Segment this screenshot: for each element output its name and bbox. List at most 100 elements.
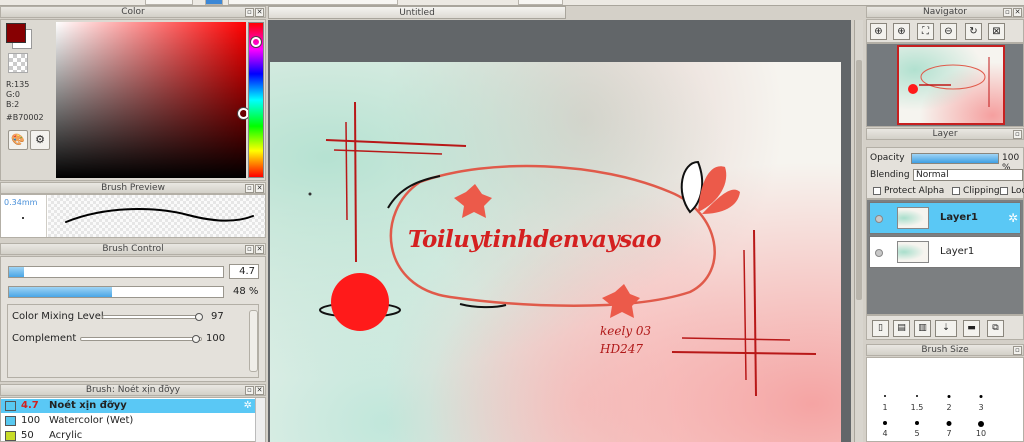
layer-visibility-icon[interactable] — [875, 249, 883, 257]
brush-preview-title: Brush Preview ▫ ✕ — [0, 182, 266, 194]
navigator-title-text: Navigator — [922, 7, 968, 17]
brush-size-preset[interactable]: 7 — [933, 412, 965, 438]
brush-size-value[interactable]: 4.7 — [229, 264, 259, 279]
zoom-in-icon[interactable]: ⊕ — [870, 23, 887, 40]
brush-size-preset[interactable]: 4 — [869, 412, 901, 438]
stray-dot — [308, 192, 312, 196]
saturation-value-picker[interactable] — [56, 22, 246, 178]
reset-view-icon[interactable]: ⊠ — [988, 23, 1005, 40]
brush-settings-list: Color Mixing Level 97 Complement 100 — [7, 304, 259, 378]
brush-control-title-text: Brush Control — [102, 244, 164, 254]
fit-to-window-icon[interactable]: ⛶ — [917, 23, 934, 40]
toolbar-button-active[interactable] — [205, 0, 223, 5]
panel-float-icon[interactable]: ▫ — [245, 386, 254, 395]
panel-close-icon[interactable]: ✕ — [1013, 8, 1022, 17]
palette-settings-icon[interactable]: ⚙ — [30, 130, 50, 150]
canvas-viewport[interactable]: Toiluytinhdenvaysao keely 03 HD247 — [268, 20, 863, 442]
min-size-value: 48 — [233, 286, 246, 297]
panel-float-icon[interactable]: ▫ — [245, 245, 254, 254]
layer-visibility-icon[interactable] — [875, 215, 883, 223]
panel-float-icon[interactable]: ▫ — [245, 184, 254, 193]
brush-list-item[interactable]: 4.7 Noét xịn đỡyy ✲ — [1, 399, 255, 413]
color-mixing-slider[interactable] — [102, 315, 202, 319]
panel-float-icon[interactable]: ▫ — [245, 8, 254, 17]
brush-settings-gear-icon[interactable]: ✲ — [244, 399, 252, 412]
panel-float-icon[interactable]: ▫ — [1003, 8, 1012, 17]
brush-size-preset[interactable]: 3 — [965, 386, 997, 412]
brush-size-slider[interactable] — [8, 266, 224, 278]
toolbar-dropdown[interactable] — [518, 0, 563, 5]
brush-list-item[interactable]: 50 Acrylic — [1, 429, 255, 442]
hue-cursor[interactable] — [251, 37, 261, 47]
navigator-thumbnail[interactable] — [897, 45, 1005, 125]
deco-line — [354, 101, 357, 263]
panel-close-icon[interactable]: ✕ — [255, 184, 264, 193]
color-mixing-knob[interactable] — [195, 313, 203, 321]
transfer-down-icon[interactable]: ⇣ — [935, 320, 957, 337]
min-size-slider[interactable] — [8, 286, 224, 298]
canvas-tab-title[interactable]: Untitled — [268, 6, 566, 19]
brush-size-label: 5 — [914, 429, 920, 438]
brush-size-label: 7 — [946, 429, 952, 438]
new-layer-icon[interactable]: ▯ — [872, 320, 889, 337]
scrollbar-thumb[interactable] — [856, 60, 862, 300]
brush-size-preset[interactable]: 2 — [933, 386, 965, 412]
layer-row[interactable]: Layer1 — [869, 236, 1021, 268]
brush-list-scrollbar[interactable] — [255, 398, 265, 442]
lock-checkbox[interactable] — [1000, 187, 1008, 195]
rgb-readout: R:135 G:0 B:2 — [6, 80, 29, 110]
copy-layer-icon[interactable]: ⧉ — [987, 320, 1004, 337]
deco-line — [671, 351, 817, 355]
navigator-view[interactable] — [866, 43, 1024, 127]
brush-control-title: Brush Control ▫ ✕ — [0, 243, 266, 255]
artwork-canvas[interactable]: Toiluytinhdenvaysao keely 03 HD247 — [270, 62, 841, 442]
complement-knob[interactable] — [192, 335, 200, 343]
complement-slider[interactable] — [80, 337, 202, 341]
brush-stroke-preview — [48, 195, 265, 237]
hex-value: #B70002 — [6, 113, 44, 122]
panel-close-icon[interactable]: ✕ — [255, 8, 264, 17]
red-value: R:135 — [6, 80, 30, 89]
panel-close-icon[interactable]: ✕ — [255, 245, 264, 254]
brush-size-preset[interactable] — [933, 360, 965, 386]
brush-size-preset[interactable] — [901, 360, 933, 386]
brush-list-item[interactable]: 100 Watercolor (Wet) — [1, 414, 255, 428]
layer-row[interactable]: Layer1 ✲ — [869, 202, 1021, 234]
layer-mask-icon[interactable]: ▥ — [914, 320, 931, 337]
brush-size-title: Brush Size ▫ — [866, 344, 1024, 356]
panel-float-icon[interactable]: ▫ — [1013, 346, 1022, 355]
brush-settings-scrollbar[interactable] — [249, 310, 258, 372]
brush-control-panel: 4.7 48 % Color Mixing Level 97 Complemen… — [0, 256, 266, 382]
brush-size-preset[interactable]: 10 — [965, 412, 997, 438]
green-value: G:0 — [6, 90, 20, 99]
canvas-vertical-scrollbar[interactable] — [854, 20, 863, 442]
primary-color-swatch[interactable] — [6, 23, 26, 43]
brush-size-preset[interactable]: 5 — [901, 412, 933, 438]
brush-size-preset[interactable]: 1.5 — [901, 386, 933, 412]
complement-value: 100 — [206, 333, 226, 344]
layer-settings-gear-icon[interactable]: ✲ — [1008, 211, 1018, 225]
palette-icon[interactable]: 🎨 — [8, 130, 28, 150]
blending-mode-select[interactable]: Normal — [913, 169, 1023, 181]
toolbar-button[interactable] — [145, 0, 193, 5]
brush-size-label: 2 — [946, 403, 952, 412]
clipping-checkbox[interactable] — [952, 187, 960, 195]
brush-color-swatch — [5, 401, 16, 411]
brush-size-preset[interactable] — [869, 360, 901, 386]
panel-float-icon[interactable]: ▫ — [1013, 130, 1022, 139]
transparent-color-swatch[interactable] — [8, 53, 28, 73]
new-linework-layer-icon[interactable]: ▤ — [893, 320, 910, 337]
new-folder-icon[interactable]: ▬ — [963, 320, 980, 337]
rotate-icon[interactable]: ↻ — [965, 23, 982, 40]
toolbar-button-group[interactable] — [228, 0, 398, 5]
brush-size-preset[interactable] — [965, 360, 997, 386]
zoom-in-icon[interactable]: ⊕ — [893, 23, 910, 40]
brush-size-preset[interactable]: 1 — [869, 386, 901, 412]
opacity-slider[interactable] — [911, 153, 999, 164]
layer-name: Layer1 — [940, 246, 975, 257]
brush-size-grid: 1 1.5 2 3 4 5 7 10 — [866, 357, 1024, 442]
panel-close-icon[interactable]: ✕ — [255, 386, 264, 395]
protect-alpha-checkbox[interactable] — [873, 187, 881, 195]
brush-size-title-text: Brush Size — [921, 345, 969, 355]
zoom-out-icon[interactable]: ⊖ — [940, 23, 957, 40]
